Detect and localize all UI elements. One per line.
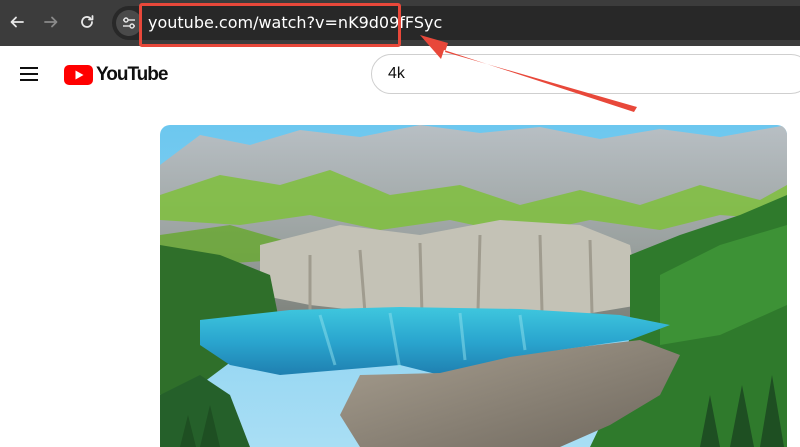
reload-icon [81, 15, 94, 28]
video-thumbnail-image [160, 125, 787, 447]
url-highlight-box [139, 3, 401, 47]
search-input[interactable] [371, 54, 800, 94]
reload-button[interactable] [75, 10, 99, 34]
back-arrow-icon [10, 16, 24, 28]
youtube-logo[interactable]: YouTube [64, 64, 168, 86]
back-button[interactable] [5, 10, 29, 34]
youtube-play-icon [64, 65, 93, 85]
search-query[interactable]: 4k [388, 65, 405, 83]
youtube-logo-text: YouTube [96, 64, 168, 85]
forward-arrow-icon [44, 16, 58, 28]
forward-button[interactable] [39, 10, 63, 34]
hamburger-menu-icon[interactable] [20, 66, 38, 82]
video-player[interactable] [160, 125, 787, 447]
site-settings-icon [123, 17, 135, 29]
